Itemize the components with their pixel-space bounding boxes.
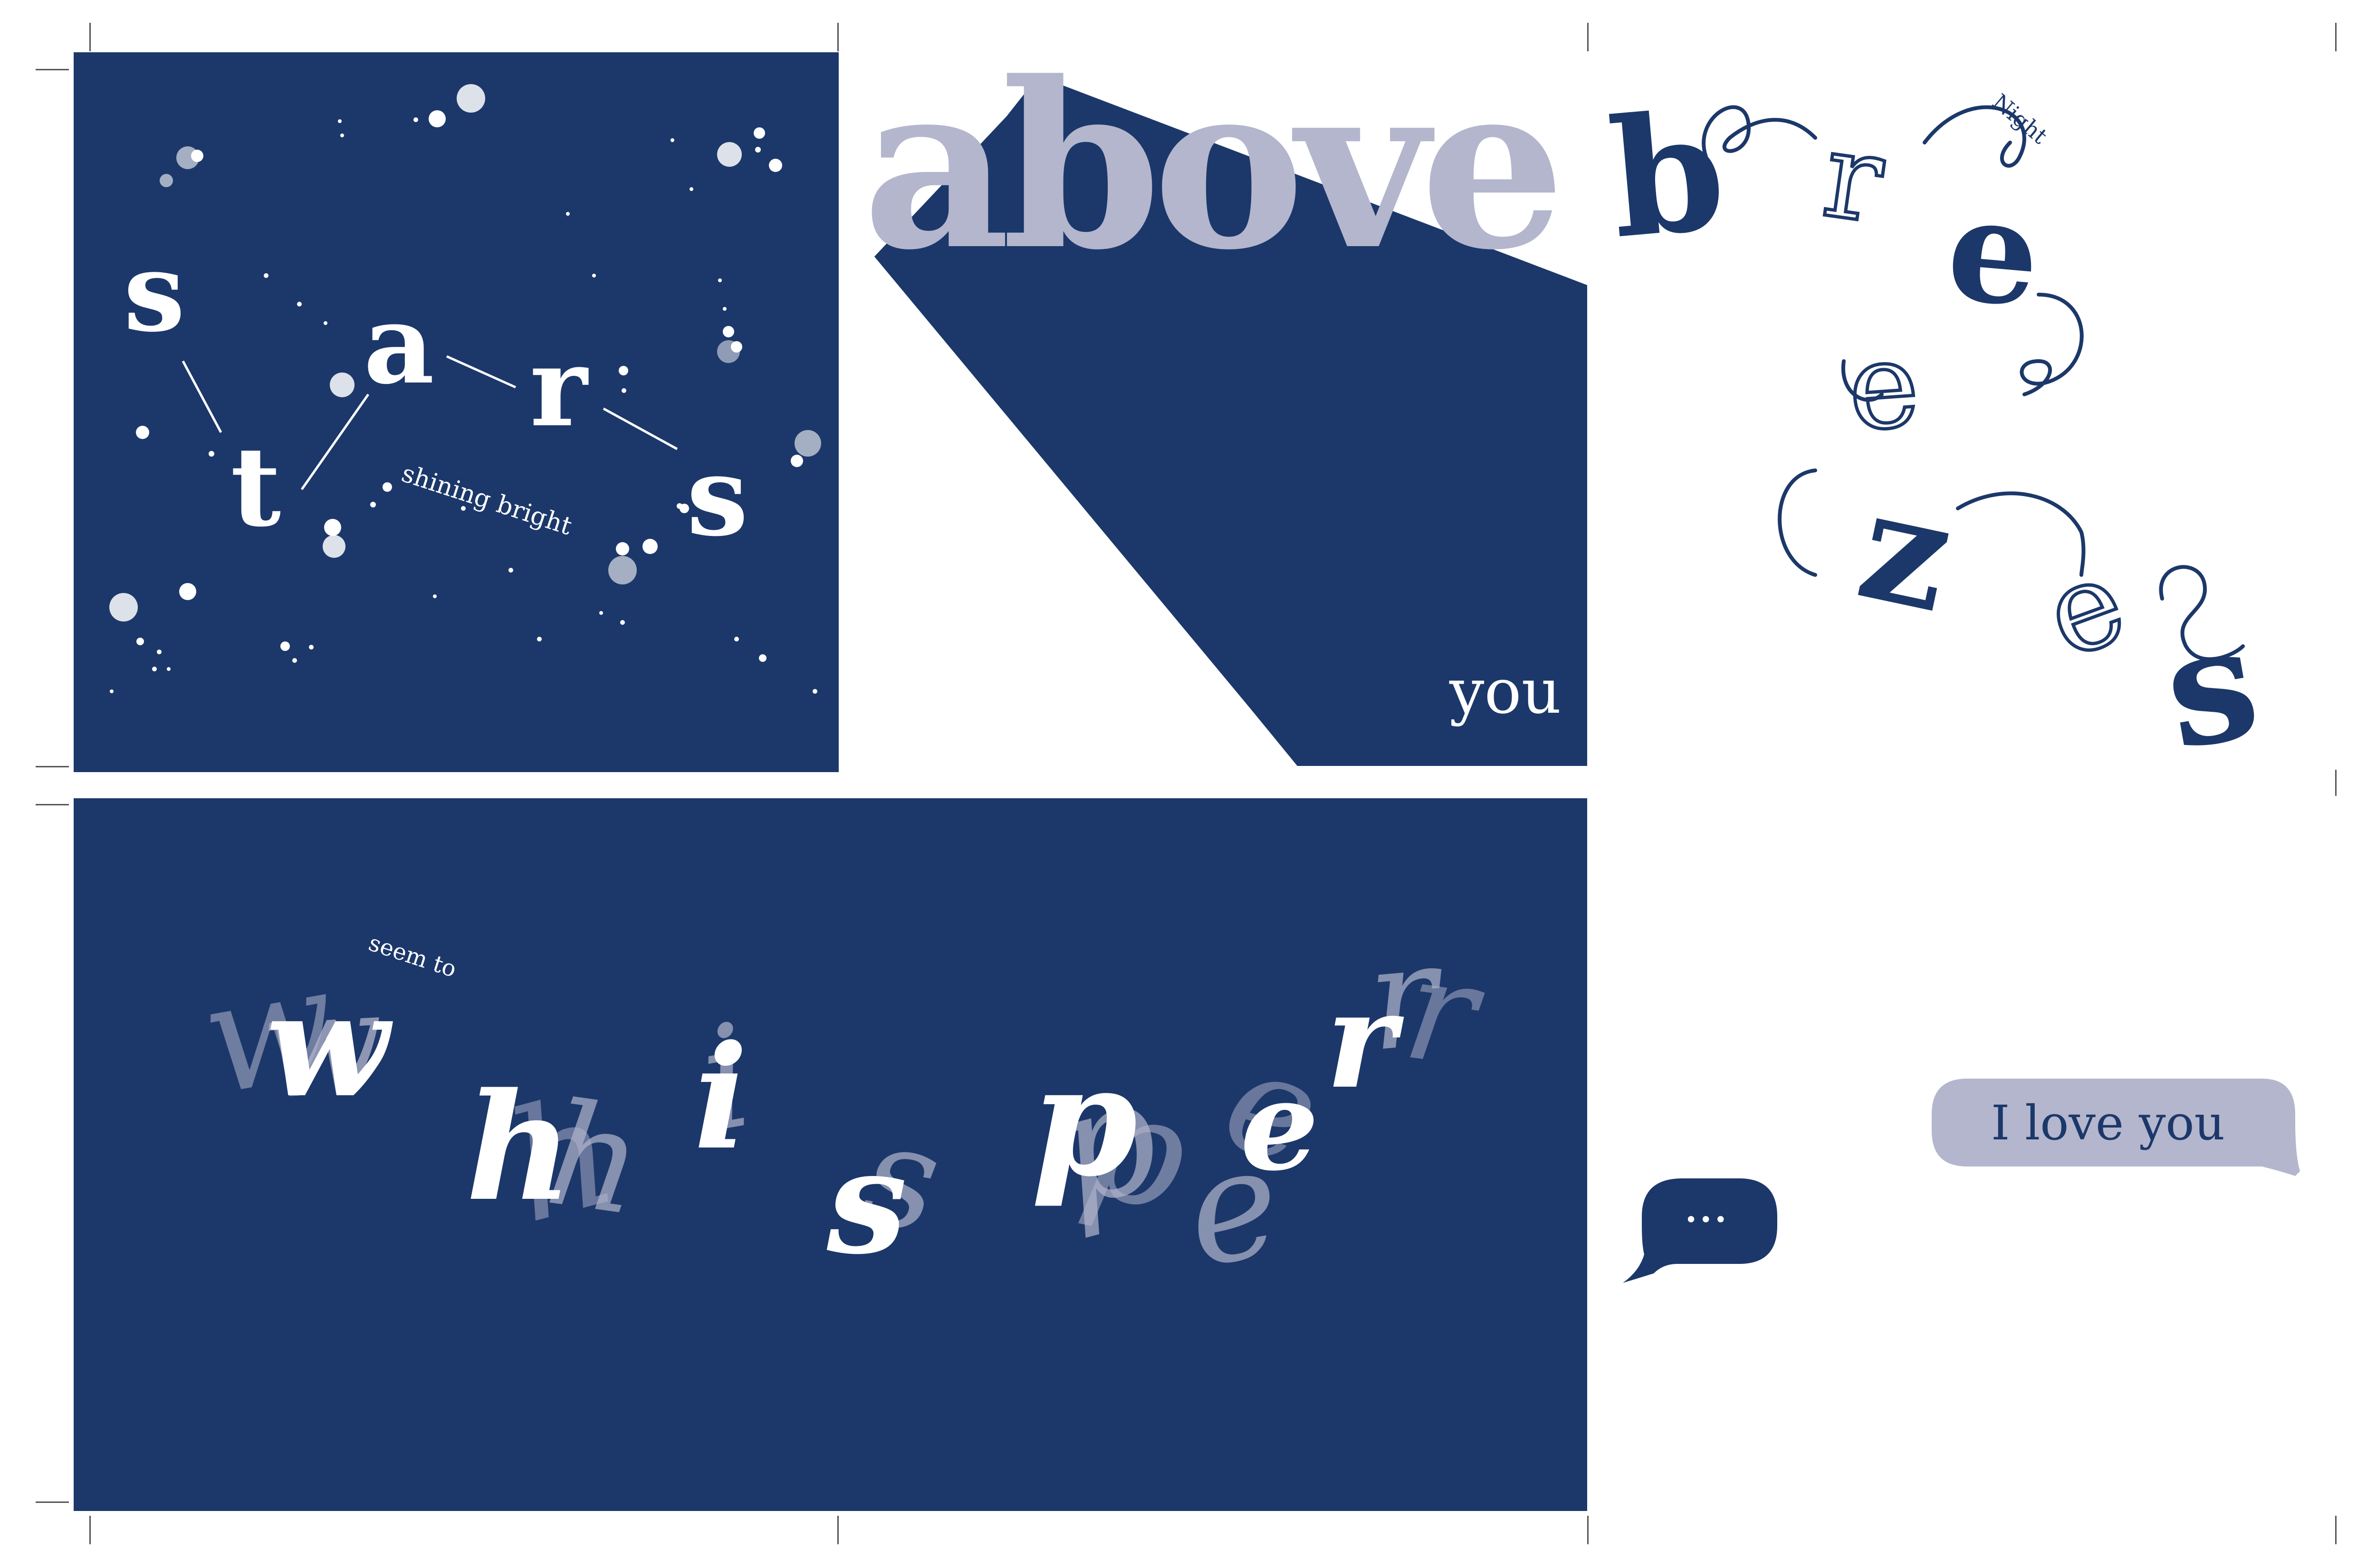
whisper-letter-h: h — [466, 1061, 573, 1234]
swirl-line — [1778, 468, 1817, 577]
whisper-letter-i: i — [694, 1013, 748, 1181]
breezes-letter-e-solid: e — [1941, 164, 2046, 339]
whisper-letter-p: p — [1031, 1032, 1138, 1210]
breezes-letter-e-outline-1: e — [1844, 315, 1924, 458]
breezes-letter-b: b — [1603, 76, 1732, 275]
message-text: I love you — [1991, 1095, 2225, 1151]
whisper-panel: seem to w w h h i s p p e e r r w h i s … — [74, 798, 1587, 1511]
whisper-letter-e: e — [1240, 1053, 1319, 1198]
breezes-letter-e-outline-2: e — [2028, 531, 2142, 685]
whisper-letter-r: r — [1326, 962, 1396, 1119]
whisper-letter-s: s — [827, 1118, 907, 1286]
typing-dots: ••• — [1685, 1207, 1729, 1233]
poster-sheet: s t a r s shining bright above you r e e… — [0, 0, 2376, 1568]
whisper-letter-w: w — [266, 961, 389, 1129]
breezes-letter-r-outline: r — [1816, 105, 1891, 250]
